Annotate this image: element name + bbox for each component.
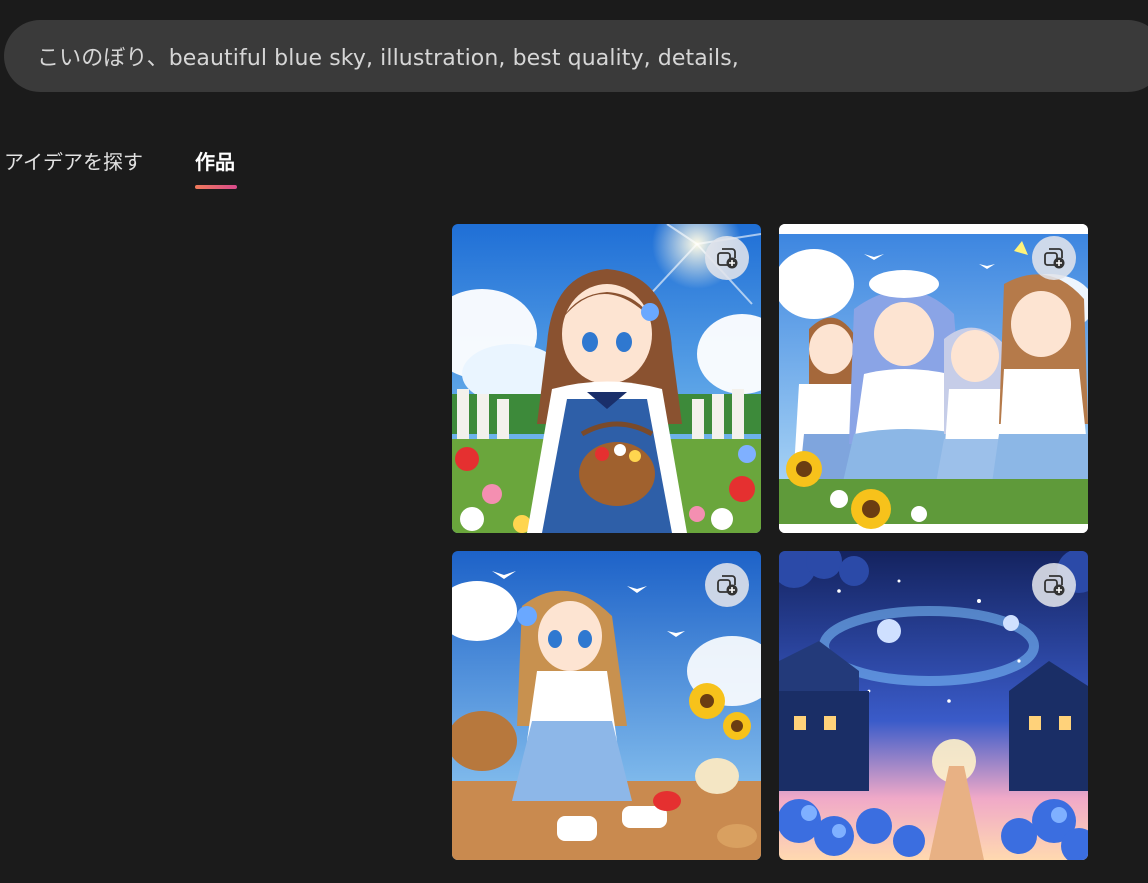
add-to-collection-button[interactable] — [1032, 236, 1076, 280]
add-to-collection-button[interactable] — [705, 563, 749, 607]
tab-works[interactable]: 作品 — [195, 146, 235, 175]
active-tab-indicator — [195, 185, 237, 189]
add-to-collection-icon — [717, 575, 738, 596]
prompt-text: こいのぼり、beautiful blue sky, illustration, … — [37, 46, 739, 71]
add-to-collection-icon — [1044, 575, 1065, 596]
gallery-image-3[interactable] — [452, 551, 761, 860]
tab-explore-ideas[interactable]: アイデアを探す — [4, 146, 143, 175]
add-to-collection-icon — [717, 248, 738, 269]
add-to-collection-icon — [1044, 248, 1065, 269]
gallery-image-1[interactable] — [452, 224, 761, 533]
add-to-collection-button[interactable] — [705, 236, 749, 280]
gallery-image-2[interactable] — [779, 224, 1088, 533]
add-to-collection-button[interactable] — [1032, 563, 1076, 607]
gallery-image-4[interactable] — [779, 551, 1088, 860]
image-gallery — [452, 224, 1088, 860]
prompt-bar[interactable]: こいのぼり、beautiful blue sky, illustration, … — [4, 20, 1148, 92]
